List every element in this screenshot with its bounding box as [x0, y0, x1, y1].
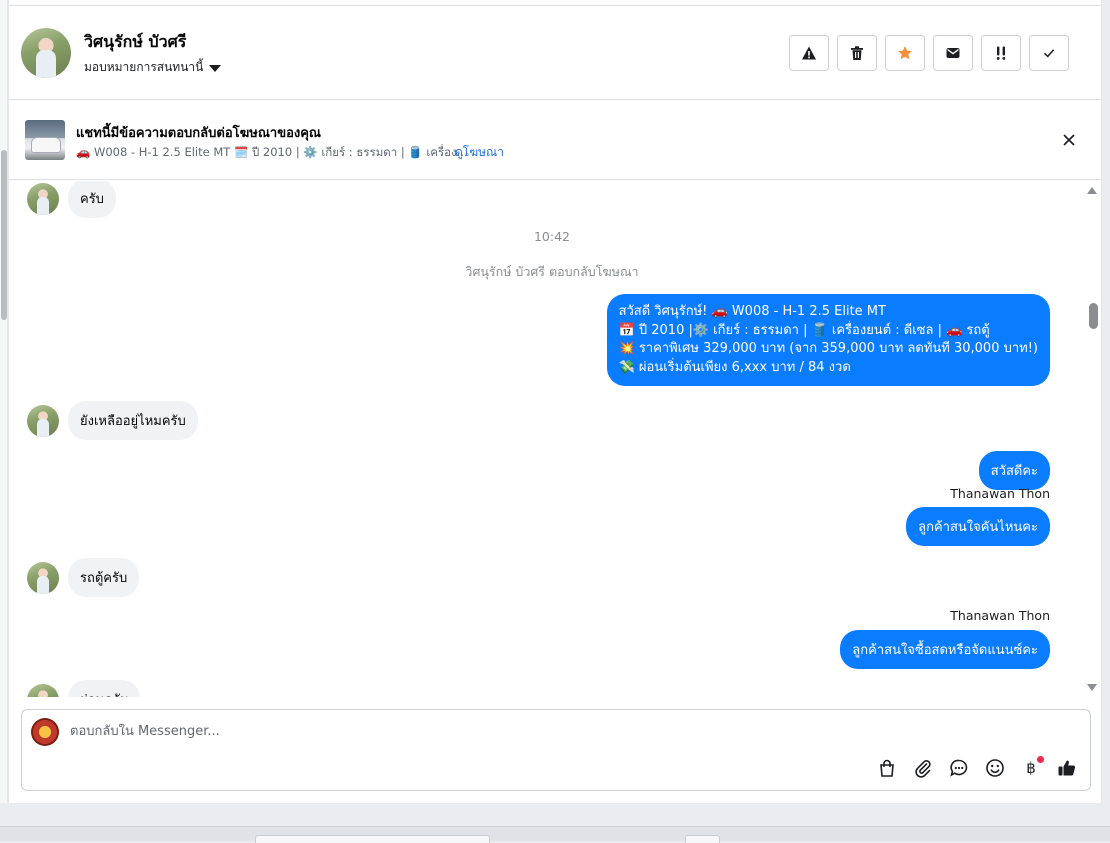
scroll-up-arrow-icon[interactable]	[1087, 187, 1097, 194]
taskbar-tab[interactable]	[255, 835, 490, 843]
payment-button[interactable]: ฿	[1020, 756, 1044, 779]
follow-up-icon	[996, 46, 1006, 60]
ad-thumbnail[interactable]	[25, 120, 65, 160]
left-scrollbar-thumb[interactable]	[1, 150, 7, 320]
envelope-icon	[946, 48, 960, 58]
shopping-bag-icon	[880, 759, 894, 777]
contact-avatar-small[interactable]	[27, 683, 59, 697]
emoji-button[interactable]	[984, 757, 1006, 779]
message-incoming: ยังเหลืออยู่ไหมครับ	[27, 401, 198, 440]
conversation-header: วิศนุรักษ์ บัวศรี มอบหมายการสนทนานี้	[9, 6, 1101, 100]
assign-label: มอบหมายการสนทนานี้	[84, 60, 204, 74]
shopping-bag-button[interactable]	[876, 757, 898, 779]
assign-conversation-dropdown[interactable]: มอบหมายการสนทนานี้	[84, 58, 222, 77]
message-bubble-outgoing[interactable]: สวัสดีคะ	[978, 451, 1050, 490]
reply-input[interactable]	[70, 724, 1050, 739]
emoji-icon	[986, 759, 1004, 777]
close-icon	[1063, 134, 1075, 146]
attach-file-button[interactable]	[912, 757, 934, 779]
thread-scrollbar[interactable]	[1085, 181, 1101, 697]
baht-icon: ฿	[1026, 759, 1036, 777]
message-incoming: ครับ	[27, 181, 116, 218]
view-ad-link[interactable]: ดูโฆษณา	[455, 143, 504, 162]
contact-avatar[interactable]	[21, 28, 71, 78]
contact-avatar-small[interactable]	[27, 182, 59, 215]
bottom-taskbar	[0, 826, 1110, 843]
left-scrollbar[interactable]	[0, 0, 8, 803]
message-line: 💥 ราคาพิเศษ 329,000 บาท (จาก 359,000 บาท…	[618, 341, 1038, 356]
message-incoming: ผ่อนครับ	[27, 680, 141, 697]
follow-up-button[interactable]	[981, 35, 1021, 71]
paperclip-icon	[915, 760, 931, 778]
saved-reply-icon	[950, 759, 968, 777]
message-line: 💸 ผ่อนเริ่มต้นเพียง 6,xxx บาท / 84 งวด	[618, 359, 851, 375]
sender-name: Thanawan Thon	[950, 608, 1050, 623]
message-timestamp: 10:42	[533, 229, 571, 244]
notification-dot	[1037, 756, 1044, 763]
ad-banner-title: แชทนี้มีข้อความตอบกลับต่อโฆษณาของคุณ	[76, 126, 321, 141]
message-line: สวัสดี วิศนุรักษ์! 🚗 W008 - H-1 2.5 Elit…	[618, 304, 886, 319]
message-bubble-outgoing[interactable]: ลูกค้าสนใจซื้อสดหรือจัดแนนซ์คะ	[840, 630, 1050, 669]
message-line: 📅 ปี 2010 |⚙️ เกียร์ : ธรรมดา | 🛢️ เครื่…	[618, 322, 990, 338]
star-button[interactable]	[885, 35, 925, 71]
caret-down-icon	[209, 64, 222, 72]
like-button[interactable]	[1056, 757, 1078, 779]
trash-icon	[851, 46, 863, 60]
contact-avatar-small[interactable]	[27, 404, 59, 437]
message-bubble-outgoing[interactable]: ลูกค้าสนใจคันไหนคะ	[906, 507, 1050, 546]
header-actions	[789, 35, 1069, 71]
warning-icon	[802, 46, 816, 60]
message-bubble[interactable]: ครับ	[68, 181, 116, 218]
contact-avatar-small[interactable]	[27, 561, 59, 594]
message-bubble[interactable]: ยังเหลืออยู่ไหมครับ	[68, 401, 198, 440]
message-bubble[interactable]: ผ่อนครับ	[68, 680, 141, 697]
ad-reply-banner: แชทนี้มีข้อความตอบกลับต่อโฆษณาของคุณ 🚗 W…	[9, 100, 1101, 180]
reply-composer: ฿	[21, 709, 1091, 791]
saved-reply-button[interactable]	[948, 757, 970, 779]
contact-name[interactable]: วิศนุรักษ์ บัวศรี	[84, 30, 186, 55]
scroll-down-arrow-icon[interactable]	[1087, 684, 1097, 691]
system-notice: วิศนุรักษ์ บัวศรี ตอบกลับโฆษณา	[465, 264, 639, 279]
mark-unread-button[interactable]	[933, 35, 973, 71]
mark-done-button[interactable]	[1029, 35, 1069, 71]
sender-name: Thanawan Thon	[950, 486, 1050, 501]
scrollbar-thumb[interactable]	[1089, 303, 1098, 329]
star-icon	[898, 46, 912, 60]
taskbar-tab[interactable]	[685, 835, 720, 843]
composer-toolbar: ฿	[876, 756, 1078, 779]
message-thread[interactable]: ครับ 10:42 วิศนุรักษ์ บัวศรี ตอบกลับโฆษณ…	[9, 181, 1087, 697]
message-bubble[interactable]: รถตู้ครับ	[68, 558, 140, 597]
delete-button[interactable]	[837, 35, 877, 71]
report-button[interactable]	[789, 35, 829, 71]
message-incoming: รถตู้ครับ	[27, 558, 140, 597]
thumbs-up-icon	[1058, 760, 1076, 776]
message-bubble-outgoing[interactable]: สวัสดี วิศนุรักษ์! 🚗 W008 - H-1 2.5 Elit…	[606, 294, 1050, 386]
check-icon	[1043, 49, 1055, 58]
ad-banner-detail: 🚗 W008 - H-1 2.5 Elite MT 🗓️ ปี 2010 | ⚙…	[76, 145, 468, 159]
close-banner-button[interactable]	[1059, 130, 1079, 150]
inbox-conversation-panel: วิศนุรักษ์ บัวศรี มอบหมายการสนทนานี้ แชท…	[8, 0, 1102, 803]
page-avatar	[31, 718, 59, 746]
